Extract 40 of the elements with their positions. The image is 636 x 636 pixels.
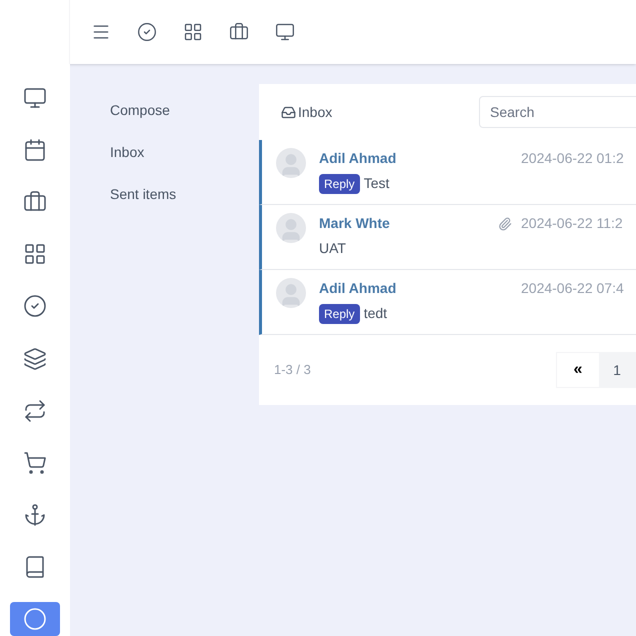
- message-subject: UAT: [319, 239, 346, 258]
- avatar: [276, 278, 306, 308]
- avatar: [276, 213, 306, 243]
- grid-icon[interactable]: [183, 22, 203, 42]
- calendar-icon: [23, 138, 47, 162]
- briefcase-icon[interactable]: [229, 22, 249, 42]
- check-circle-icon[interactable]: [137, 22, 157, 42]
- search-field[interactable]: Search: [479, 96, 636, 128]
- panel-title: Inbox: [298, 102, 332, 122]
- folder-link[interactable]: Inbox: [110, 142, 259, 163]
- reply-badge: Reply: [319, 304, 360, 324]
- message-subject: Test: [364, 174, 390, 193]
- folder-link[interactable]: Sent items: [110, 184, 259, 205]
- page-button[interactable]: 1: [599, 353, 635, 387]
- repeat-icon: [23, 398, 47, 423]
- check-circle-icon: [23, 294, 47, 318]
- sidebar-item[interactable]: [10, 602, 60, 636]
- layers-icon: [23, 346, 47, 371]
- sender-name: Adil Ahmad: [319, 149, 398, 168]
- avatar: [276, 148, 306, 178]
- sender-name: Adil Ahmad: [319, 279, 398, 298]
- inbox-icon: [281, 104, 296, 120]
- paperclip-icon: [498, 216, 512, 230]
- reply-badge: Reply: [319, 174, 360, 194]
- message-row[interactable]: Mark Whte 2024-06-22 11:2 UAT: [259, 205, 636, 270]
- message-date: 2024-06-22 07:4: [521, 279, 624, 298]
- message-date: 2024-06-22 11:2: [521, 214, 623, 233]
- monitor-icon[interactable]: [275, 22, 295, 42]
- message-date: 2024-06-22 01:2: [521, 149, 624, 168]
- message-subject: tedt: [364, 304, 388, 323]
- page-summary: 1-3 / 3: [274, 361, 311, 380]
- folder-link[interactable]: Compose: [110, 100, 259, 121]
- sender-name: Mark Whte: [319, 214, 391, 233]
- anchor-icon: [23, 502, 47, 527]
- cart-icon: [23, 450, 47, 475]
- grid-icon: [23, 242, 47, 266]
- message-row[interactable]: Adil Ahmad 2024-06-22 01:2 Reply Test: [259, 140, 636, 205]
- monitor-icon: [23, 86, 47, 110]
- circle-icon: [23, 606, 47, 631]
- message-row[interactable]: Adil Ahmad 2024-06-22 07:4 Reply tedt: [259, 270, 636, 335]
